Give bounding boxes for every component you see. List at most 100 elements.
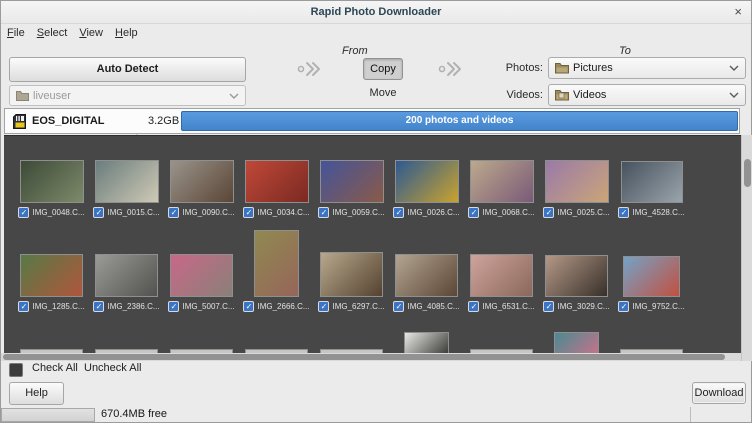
photo-thumbnail[interactable] bbox=[545, 255, 608, 297]
device-size: 3.2GB bbox=[148, 115, 179, 127]
thumbnail-checkbox[interactable]: ✓ bbox=[93, 301, 104, 312]
uncheck-all-button[interactable]: Uncheck All bbox=[84, 362, 141, 374]
photo-thumbnail[interactable] bbox=[245, 160, 309, 203]
photo-thumbnail[interactable] bbox=[254, 230, 299, 297]
thumbnail-filename: IMG_0068.C... bbox=[482, 208, 534, 217]
thumbnail-checkbox[interactable]: ✓ bbox=[243, 301, 254, 312]
chevron-down-icon bbox=[729, 65, 739, 71]
title-bar: Rapid Photo Downloader × bbox=[1, 1, 751, 24]
thumbnail-filename: IMG_0015.C... bbox=[107, 208, 159, 217]
thumbnail-checkbox[interactable]: ✓ bbox=[543, 301, 554, 312]
photo-thumbnail[interactable] bbox=[621, 161, 683, 203]
thumbnail-checkbox[interactable]: ✓ bbox=[618, 207, 629, 218]
videos-destination-combobox[interactable]: Videos bbox=[548, 84, 746, 106]
photo-thumbnail[interactable] bbox=[20, 160, 84, 203]
photo-thumbnail[interactable] bbox=[170, 254, 233, 297]
thumbnail-checkbox[interactable]: ✓ bbox=[468, 301, 479, 312]
horizontal-scrollbar[interactable] bbox=[1, 353, 741, 361]
source-path-combobox[interactable]: liveuser bbox=[9, 85, 246, 106]
thumbnail-filename: IMG_5007.C... bbox=[182, 302, 234, 311]
thumbnail-checkbox[interactable]: ✓ bbox=[393, 207, 404, 218]
thumbnail-checkbox[interactable]: ✓ bbox=[168, 301, 179, 312]
menu-select[interactable]: Select bbox=[31, 25, 74, 41]
vertical-scrollbar[interactable] bbox=[741, 135, 752, 361]
thumbnail-filename: IMG_3029.C... bbox=[557, 302, 609, 311]
free-space-text: 670.4MB free bbox=[101, 408, 167, 420]
thumbnail-checkbox[interactable]: ✓ bbox=[318, 207, 329, 218]
photo-thumbnail[interactable] bbox=[395, 254, 458, 297]
copy-toggle-button[interactable]: Copy bbox=[363, 58, 403, 80]
menu-bar: File Select View Help bbox=[1, 24, 751, 41]
eject-icon[interactable] bbox=[132, 117, 142, 135]
videos-destination-label: Videos: bbox=[505, 89, 543, 101]
thumbnail-caption: ✓IMG_0034.C... bbox=[243, 206, 309, 218]
device-name: EOS_DIGITAL bbox=[32, 115, 105, 127]
download-button[interactable]: Download bbox=[692, 382, 746, 404]
thumbnail-checkbox[interactable]: ✓ bbox=[18, 301, 29, 312]
statusbar-divider bbox=[690, 407, 691, 422]
thumbnail-cell bbox=[464, 332, 539, 353]
vertical-scrollbar-thumb[interactable] bbox=[744, 159, 751, 187]
download-progressbar bbox=[1, 408, 95, 422]
thumbnail-cell bbox=[14, 332, 89, 353]
help-button[interactable]: Help bbox=[9, 382, 64, 405]
device-scan-progressbar: 200 photos and videos bbox=[181, 111, 738, 131]
videos-destination-value: Videos bbox=[573, 89, 606, 101]
transfer-arrow-icon bbox=[297, 60, 323, 78]
thumbnail-cell bbox=[164, 332, 239, 353]
photo-thumbnail[interactable] bbox=[545, 160, 609, 203]
move-toggle-label[interactable]: Move bbox=[363, 87, 403, 99]
photo-thumbnail[interactable] bbox=[170, 160, 234, 203]
menu-view[interactable]: View bbox=[73, 25, 109, 41]
photo-thumbnail-partial[interactable] bbox=[404, 332, 449, 353]
photo-thumbnail[interactable] bbox=[320, 160, 384, 203]
thumbnail-checkbox[interactable]: ✓ bbox=[243, 207, 254, 218]
thumbnail-cell: ✓IMG_0090.C... bbox=[164, 142, 239, 218]
photo-thumbnail[interactable] bbox=[470, 254, 533, 297]
device-row[interactable]: EOS_DIGITAL 3.2GB 200 photos and videos bbox=[4, 108, 740, 134]
thumbnail-filename: IMG_0059.C... bbox=[332, 208, 384, 217]
thumbnail-cell: ✓IMG_5007.C... bbox=[164, 230, 239, 312]
thumbnail-caption: ✓IMG_2666.C... bbox=[243, 300, 309, 312]
photo-thumbnail-partial[interactable] bbox=[554, 332, 599, 353]
thumbnail-checkbox[interactable]: ✓ bbox=[468, 207, 479, 218]
menu-file[interactable]: File bbox=[1, 25, 31, 41]
to-section-label: To bbox=[619, 45, 631, 57]
from-section-label: From bbox=[342, 45, 368, 57]
thumbnail-cell: ✓IMG_0026.C... bbox=[389, 142, 464, 218]
thumbnail-checkbox[interactable]: ✓ bbox=[618, 301, 629, 312]
thumbnail-caption: ✓IMG_0015.C... bbox=[93, 206, 159, 218]
folder-icon bbox=[16, 90, 29, 101]
close-icon[interactable]: × bbox=[734, 1, 742, 22]
photo-thumbnail[interactable] bbox=[395, 160, 459, 203]
thumbnail-checkbox[interactable]: ✓ bbox=[393, 301, 404, 312]
photo-thumbnail[interactable] bbox=[20, 254, 83, 297]
thumbnail-filename: IMG_2666.C... bbox=[257, 302, 309, 311]
auto-detect-button[interactable]: Auto Detect bbox=[9, 57, 246, 82]
thumbnail-cell: ✓IMG_3029.C... bbox=[539, 230, 614, 312]
photo-thumbnail[interactable] bbox=[470, 160, 534, 203]
thumbnail-checkbox[interactable]: ✓ bbox=[18, 207, 29, 218]
thumbnail-checkbox[interactable]: ✓ bbox=[168, 207, 179, 218]
thumbnail-checkbox[interactable]: ✓ bbox=[543, 207, 554, 218]
photo-thumbnail[interactable] bbox=[623, 256, 680, 297]
thumbnail-cell: ✓IMG_2666.C... bbox=[239, 230, 314, 312]
chevron-down-icon bbox=[729, 92, 739, 98]
select-all-checkbox[interactable] bbox=[9, 363, 23, 377]
thumbnail-cell: ✓IMG_6531.C... bbox=[464, 230, 539, 312]
photos-destination-combobox[interactable]: Pictures bbox=[548, 57, 746, 79]
thumbnail-caption: ✓IMG_1285.C... bbox=[18, 300, 84, 312]
thumbnail-checkbox[interactable]: ✓ bbox=[93, 207, 104, 218]
horizontal-scrollbar-thumb[interactable] bbox=[3, 354, 725, 360]
thumbnail-cell bbox=[539, 332, 614, 353]
menu-help[interactable]: Help bbox=[109, 25, 144, 41]
thumbnail-caption: ✓IMG_2386.C... bbox=[93, 300, 159, 312]
photo-thumbnail[interactable] bbox=[320, 252, 383, 297]
check-all-button[interactable]: Check All bbox=[32, 362, 78, 374]
thumbnail-caption: ✓IMG_0048.C... bbox=[18, 206, 84, 218]
photo-thumbnail[interactable] bbox=[95, 254, 158, 297]
thumbnail-cell bbox=[614, 332, 689, 353]
thumbnail-checkbox[interactable]: ✓ bbox=[318, 301, 329, 312]
photo-thumbnail[interactable] bbox=[95, 160, 159, 203]
thumbnail-caption: ✓IMG_0068.C... bbox=[468, 206, 534, 218]
